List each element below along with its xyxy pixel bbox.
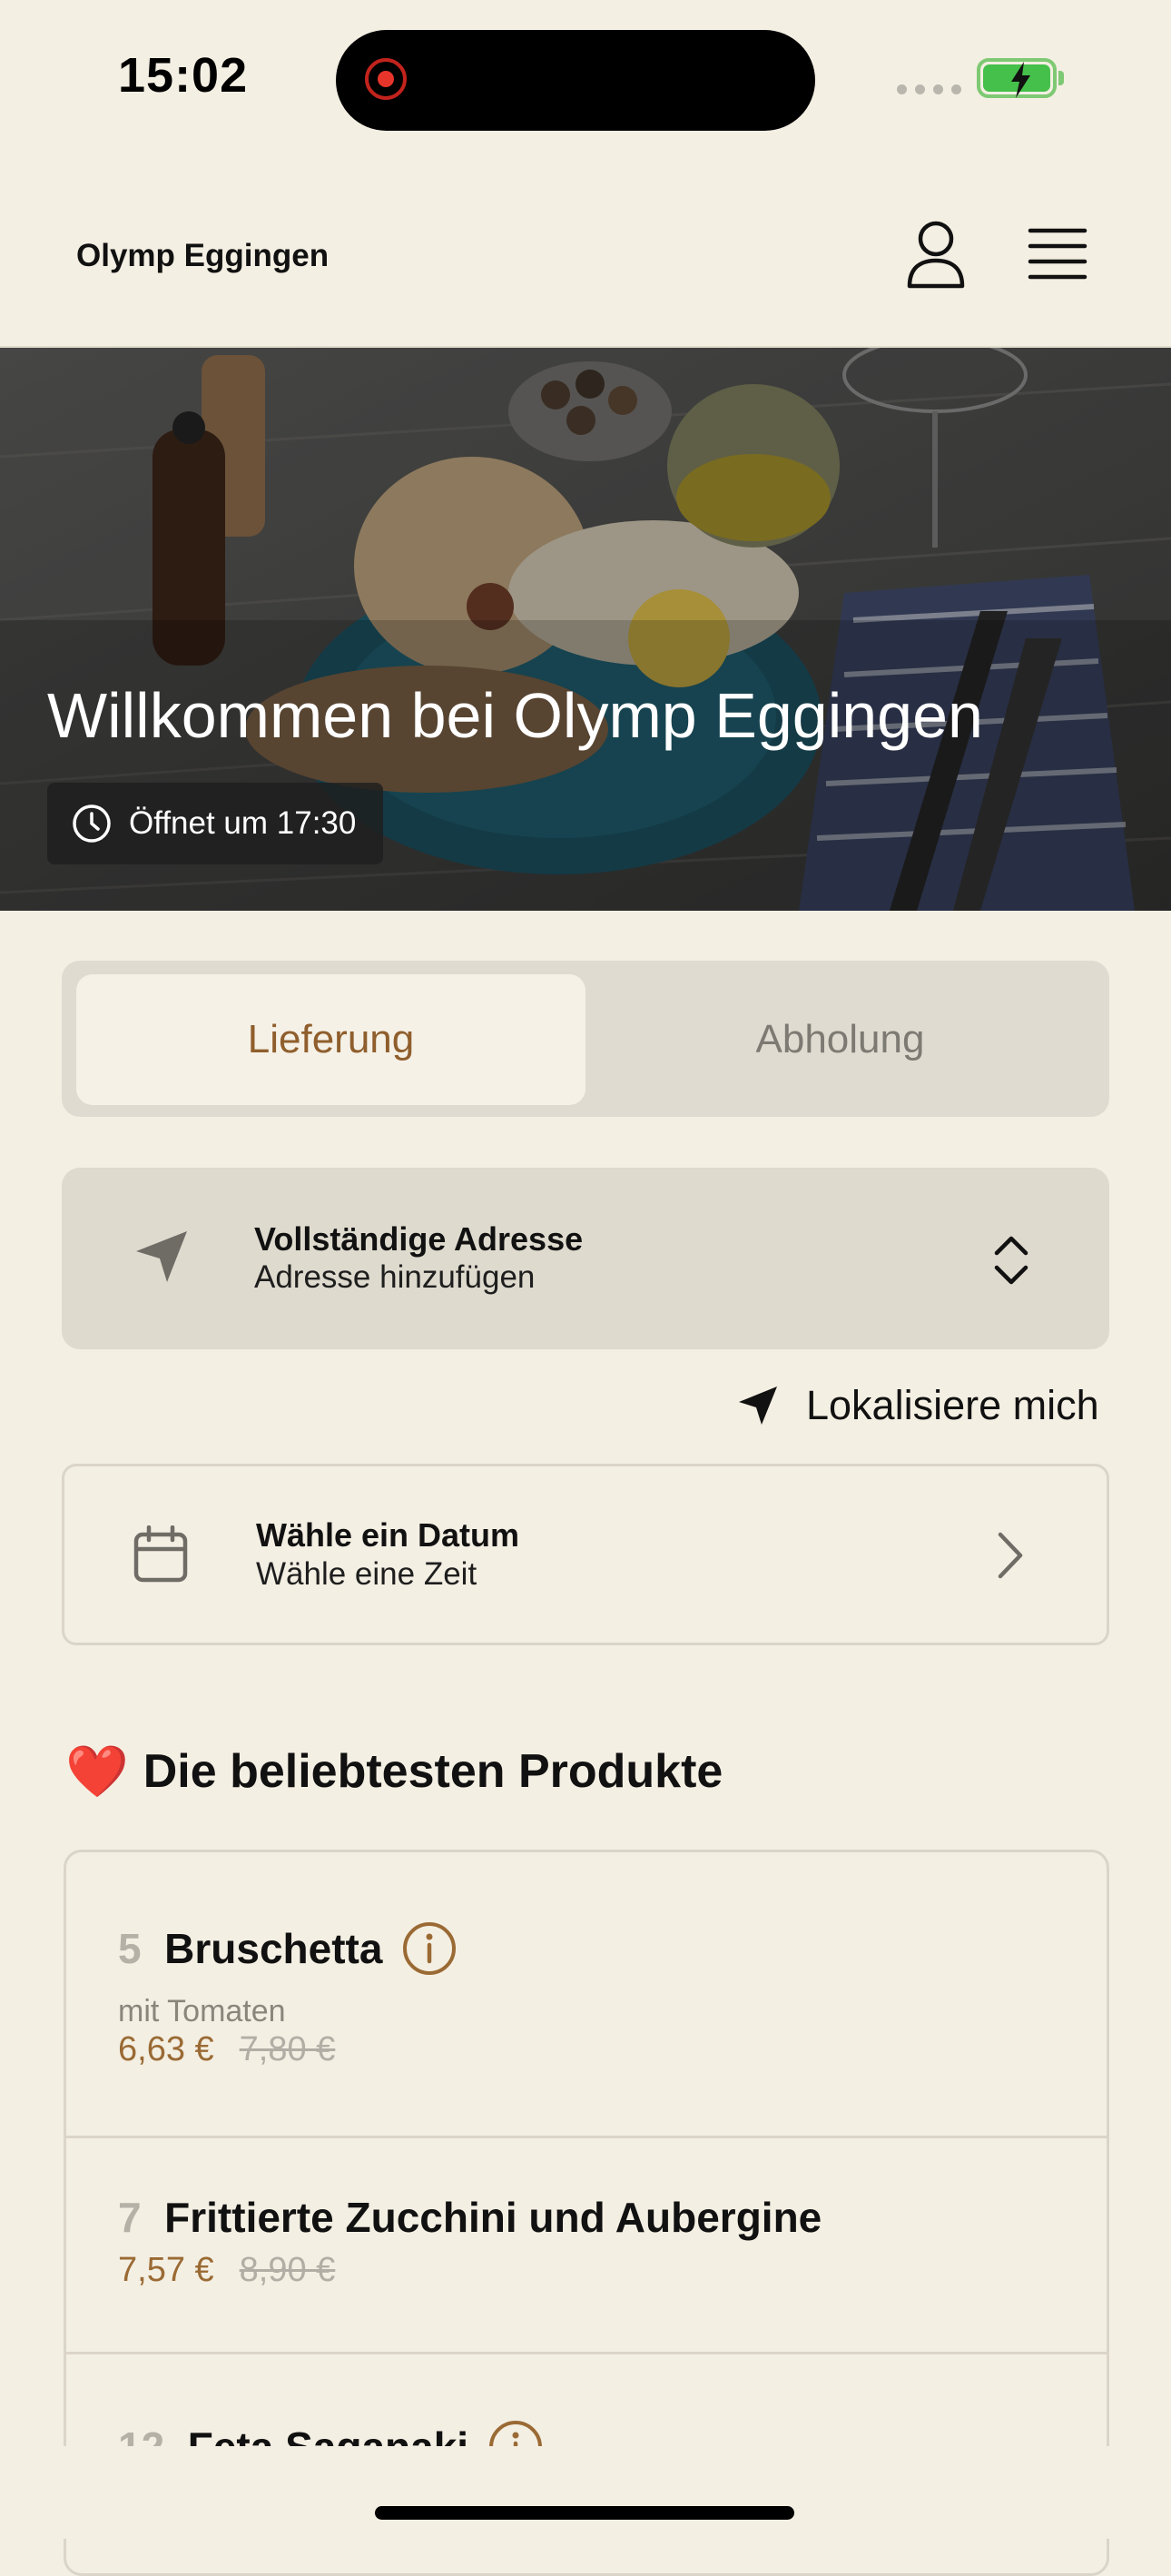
date-time-selector[interactable] — [62, 1464, 1109, 1645]
popular-title-text: Die beliebtesten Produkte — [143, 1745, 723, 1798]
battery-icon — [977, 58, 1057, 98]
product-item[interactable]: 7 Frittierte Zucchini und Aubergine 7,57… — [66, 2138, 1107, 2352]
opening-hours-text: Öffnet um 17:30 — [129, 805, 357, 841]
location-arrow-icon — [739, 1387, 777, 1425]
dynamic-island — [336, 30, 815, 131]
address-title: Vollständige Adresse — [254, 1220, 584, 1258]
product-number: 7 — [118, 2194, 142, 2241]
product-name: Bruschetta — [164, 1925, 383, 1972]
locate-me-label: Lokalisiere mich — [806, 1382, 1099, 1428]
time-subtitle: Wähle eine Zeit — [256, 1556, 477, 1592]
product-old-price: 8,90 € — [239, 2251, 336, 2289]
battery-cap — [1058, 71, 1064, 85]
date-title: Wähle ein Datum — [256, 1516, 520, 1554]
bottom-safe-area — [0, 2446, 1171, 2539]
recording-indicator-icon — [365, 58, 407, 100]
profile-button[interactable] — [904, 221, 968, 290]
product-number: 5 — [118, 1925, 142, 1972]
clock-icon — [73, 804, 111, 843]
popular-section-title: ❤️ Die beliebtesten Produkte — [65, 1742, 723, 1801]
product-name: Frittierte Zucchini und Aubergine — [164, 2194, 822, 2241]
product-item[interactable]: 5 Bruschetta mit Tomaten 6,63 € 7,80 € — [66, 1852, 1107, 2136]
address-subtitle: Adresse hinzufügen — [254, 1259, 536, 1295]
tab-delivery[interactable]: Lieferung — [76, 974, 586, 1105]
info-icon[interactable] — [402, 1921, 457, 1976]
hamburger-icon — [1028, 228, 1087, 280]
brand-name[interactable]: Olymp Eggingen — [76, 238, 329, 274]
product-price: 6,63 € — [118, 2030, 214, 2068]
product-description: mit Tomaten — [118, 1994, 286, 2028]
tab-pickup[interactable]: Abholung — [586, 974, 1095, 1105]
opening-hours-badge: Öffnet um 17:30 — [47, 783, 384, 864]
menu-button[interactable] — [1028, 227, 1087, 281]
chevron-right-icon — [998, 1532, 1023, 1579]
user-icon — [907, 221, 965, 289]
product-old-price: 7,80 € — [239, 2030, 336, 2068]
hero-title: Willkommen bei Olymp Eggingen — [47, 680, 983, 751]
chevron-up-down-icon — [994, 1236, 1028, 1285]
calendar-icon — [133, 1525, 188, 1583]
home-indicator[interactable] — [375, 2506, 794, 2520]
status-time: 15:02 — [118, 48, 249, 103]
address-selector[interactable] — [62, 1168, 1109, 1349]
location-arrow-icon — [136, 1231, 187, 1282]
product-price: 7,57 € — [118, 2251, 214, 2289]
locate-me-button[interactable]: Lokalisiere mich — [737, 1382, 1099, 1429]
signal-icon — [897, 84, 961, 94]
heart-icon: ❤️ — [65, 1742, 129, 1800]
